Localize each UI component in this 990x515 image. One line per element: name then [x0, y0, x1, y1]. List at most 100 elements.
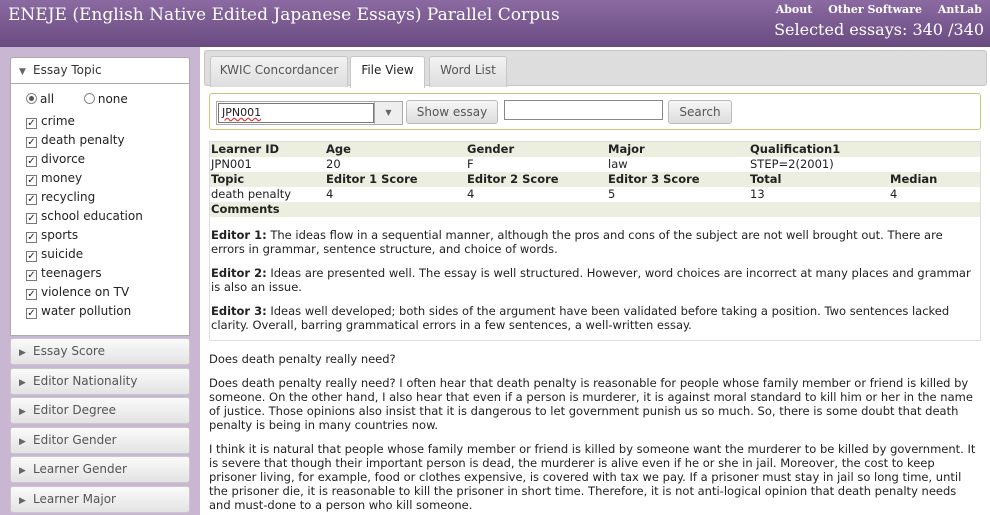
- chevron-right-icon: ▶: [19, 496, 26, 506]
- checkbox-checked-icon[interactable]: ✓: [26, 118, 37, 129]
- header-cell: Major: [608, 142, 645, 156]
- topic-label: suicide: [41, 247, 84, 261]
- topic-item[interactable]: ✓ recycling: [26, 188, 143, 207]
- show-essay-button[interactable]: Show essay: [406, 100, 498, 124]
- chevron-right-icon: ▶: [19, 348, 26, 358]
- essay-score-panel[interactable]: ▶ Essay Score: [10, 338, 190, 365]
- learner-major-panel[interactable]: ▶ Learner Major: [10, 486, 190, 513]
- radio-none[interactable]: [83, 93, 95, 104]
- checkbox-checked-icon[interactable]: ✓: [26, 308, 37, 319]
- checkbox-checked-icon[interactable]: ✓: [26, 289, 37, 300]
- header-cell: Editor 1 Score: [326, 172, 418, 186]
- tab-kwic-concordancer[interactable]: KWIC Concordancer: [210, 56, 348, 87]
- panel-label: Editor Gender: [33, 433, 117, 447]
- info-value-row: death penalty 4 4 5 13 4: [210, 187, 980, 202]
- learner-gender-panel[interactable]: ▶ Learner Gender: [10, 456, 190, 483]
- topic-item[interactable]: ✓ divorce: [26, 150, 143, 169]
- essay-topic-panel: all none ✓ crime ✓ death penalty ✓ divorce …: [10, 84, 190, 336]
- chevron-right-icon: ▶: [19, 378, 26, 388]
- topic-label: water pollution: [41, 304, 132, 318]
- value-cell: 5: [608, 187, 616, 201]
- topic-label: recycling: [41, 190, 96, 204]
- checkbox-checked-icon[interactable]: ✓: [26, 251, 37, 262]
- panel-label: Editor Nationality: [33, 374, 138, 388]
- editor-degree-panel[interactable]: ▶ Editor Degree: [10, 397, 190, 424]
- checkbox-checked-icon[interactable]: ✓: [26, 194, 37, 205]
- panel-label: Essay Score: [33, 344, 105, 358]
- editor-label: Editor 1:: [211, 228, 267, 242]
- other-software-link[interactable]: Other Software: [828, 3, 922, 16]
- radio-none-label: none: [97, 92, 128, 106]
- file-select[interactable]: JPN001 ▼: [216, 101, 403, 125]
- value-cell: 4: [467, 187, 475, 201]
- checkbox-checked-icon[interactable]: ✓: [26, 232, 37, 243]
- topic-label: teenagers: [41, 266, 102, 280]
- dropdown-arrow-icon[interactable]: ▼: [374, 102, 402, 124]
- essay-topic-header[interactable]: ▼ Essay Topic: [10, 57, 190, 84]
- essay-info-table: Learner ID Age Gender Major Qualificatio…: [209, 141, 981, 341]
- topic-item[interactable]: ✓ water pollution: [26, 302, 143, 321]
- topic-label: sports: [41, 228, 79, 242]
- sidebar: ▼ Essay Topic all none ✓ crime ✓ death pena…: [0, 47, 200, 515]
- editor-comment: Editor 2: Ideas are presented well. The …: [211, 266, 979, 294]
- comment-text: The ideas flow in a sequential manner, a…: [211, 228, 943, 256]
- editor-gender-panel[interactable]: ▶ Editor Gender: [10, 427, 190, 454]
- header-cell: Gender: [467, 142, 515, 156]
- value-cell: 13: [750, 187, 765, 201]
- value-cell: 4: [890, 187, 898, 201]
- checkbox-checked-icon[interactable]: ✓: [26, 213, 37, 224]
- panel-label: Learner Major: [33, 492, 116, 506]
- file-toolbar: JPN001 ▼ Show essay Search: [209, 93, 981, 130]
- header-links: About Other Software AntLab: [764, 3, 982, 16]
- chevron-right-icon: ▶: [19, 407, 26, 417]
- topic-item[interactable]: ✓ money: [26, 169, 143, 188]
- app-title: ENEJE (English Native Edited Japanese Es…: [8, 5, 560, 25]
- checkbox-checked-icon[interactable]: ✓: [26, 137, 37, 148]
- topic-radio-group: all none: [26, 92, 128, 106]
- main-content: KWIC Concordancer File View Word List JP…: [200, 47, 990, 515]
- editor-label: Editor 3:: [211, 304, 267, 318]
- comment-text: Ideas well developed; both sides of the …: [211, 304, 950, 332]
- topic-item[interactable]: ✓ sports: [26, 226, 143, 245]
- info-header-row: Topic Editor 1 Score Editor 2 Score Edit…: [210, 172, 980, 187]
- essay-paragraph: Does death penalty really need? I often …: [209, 376, 973, 432]
- editor-nationality-panel[interactable]: ▶ Editor Nationality: [10, 368, 190, 395]
- topic-label: school education: [41, 209, 143, 223]
- value-cell: STEP=2(2001): [750, 157, 834, 171]
- topic-item[interactable]: ✓ suicide: [26, 245, 143, 264]
- topic-item[interactable]: ✓ crime: [26, 112, 143, 131]
- topic-label: divorce: [41, 152, 86, 166]
- value-cell: JPN001: [211, 157, 252, 171]
- topic-list: ✓ crime ✓ death penalty ✓ divorce ✓ money ✓ r…: [26, 112, 143, 321]
- panel-label: Learner Gender: [33, 462, 127, 476]
- header-cell: Topic: [211, 172, 245, 186]
- chevron-down-icon: ▼: [19, 67, 26, 77]
- radio-all[interactable]: [26, 93, 37, 104]
- header-cell: Total: [750, 172, 782, 186]
- antlab-link[interactable]: AntLab: [938, 3, 982, 16]
- checkbox-checked-icon[interactable]: ✓: [26, 175, 37, 186]
- checkbox-checked-icon[interactable]: ✓: [26, 156, 37, 167]
- header-cell: Age: [326, 142, 351, 156]
- topic-item[interactable]: ✓ violence on TV: [26, 283, 143, 302]
- app-header: ENEJE (English Native Edited Japanese Es…: [0, 0, 990, 47]
- editor-comment: Editor 1: The ideas flow in a sequential…: [211, 228, 979, 256]
- topic-label: death penalty: [41, 133, 125, 147]
- search-input[interactable]: [504, 100, 663, 120]
- value-cell: F: [467, 157, 474, 171]
- tab-word-list[interactable]: Word List: [429, 56, 507, 87]
- topic-item[interactable]: ✓ teenagers: [26, 264, 143, 283]
- topic-item[interactable]: ✓ school education: [26, 207, 143, 226]
- topic-label: crime: [41, 114, 75, 128]
- checkbox-checked-icon[interactable]: ✓: [26, 270, 37, 281]
- topic-label: money: [41, 171, 83, 185]
- topic-item[interactable]: ✓ death penalty: [26, 131, 143, 150]
- header-cell: Qualification1: [750, 142, 841, 156]
- info-header-row: Learner ID Age Gender Major Qualificatio…: [210, 142, 980, 157]
- tab-file-view[interactable]: File View: [350, 56, 425, 88]
- search-button[interactable]: Search: [668, 100, 732, 124]
- topic-label: violence on TV: [41, 285, 130, 299]
- value-cell: 20: [326, 157, 341, 171]
- file-select-value[interactable]: JPN001: [218, 103, 374, 123]
- about-link[interactable]: About: [776, 3, 813, 16]
